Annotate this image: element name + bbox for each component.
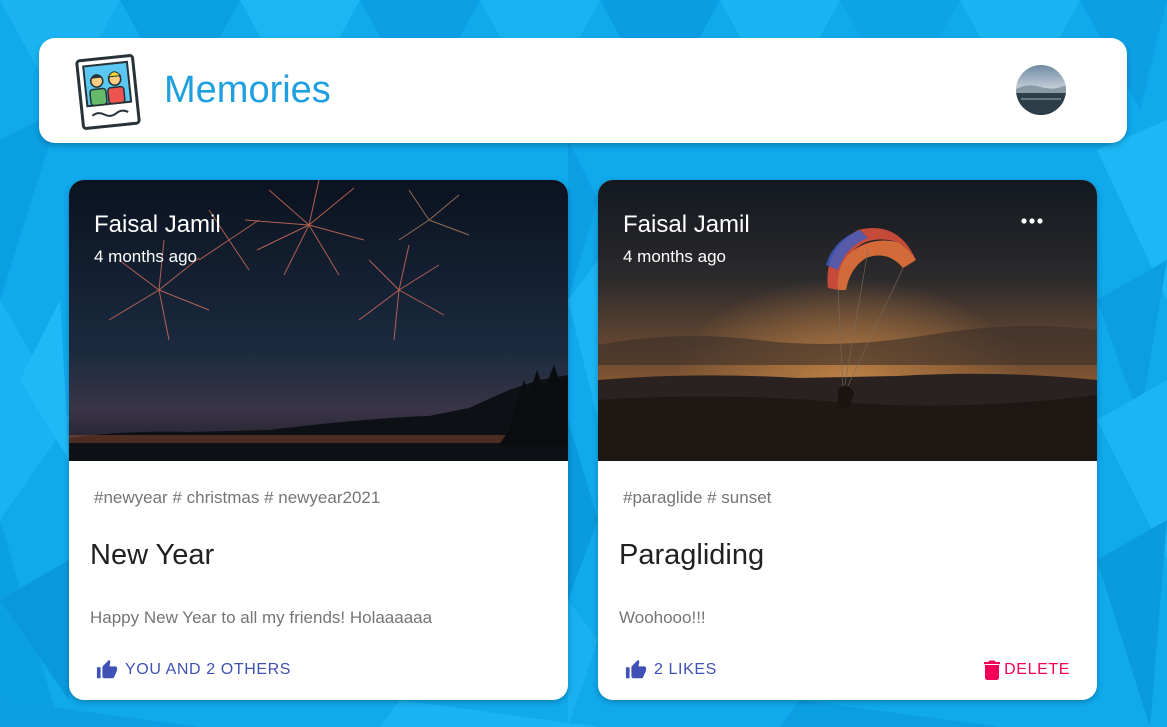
photo-frame-people-icon: [72, 52, 144, 130]
post-image-fireworks: Faisal Jamil 4 months ago: [69, 180, 568, 461]
thumb-up-icon: [96, 659, 118, 681]
app-bar: Memories: [39, 38, 1127, 143]
post-message: Happy New Year to all my friends! Holaaa…: [90, 608, 433, 627]
thumb-up-icon: [625, 659, 647, 681]
post-tags: #paraglide # sunset: [623, 488, 772, 507]
post-message: Woohooo!!!: [619, 608, 706, 627]
post-tags: #newyear # christmas # newyear2021: [94, 488, 381, 507]
post-timestamp: 4 months ago: [94, 247, 198, 266]
like-button[interactable]: YOU AND 2 OTHERS: [96, 658, 291, 682]
user-avatar[interactable]: [1016, 65, 1066, 115]
post-timestamp: 4 months ago: [623, 247, 727, 266]
post-card: Faisal Jamil 4 months ago #paraglide # s…: [598, 180, 1097, 700]
delete-button[interactable]: DELETE: [984, 658, 1070, 682]
like-button[interactable]: 2 LIKES: [625, 658, 717, 682]
post-title: New Year: [90, 539, 215, 571]
post-card: Faisal Jamil 4 months ago #newyear # chr…: [69, 180, 568, 700]
more-options-button[interactable]: [1019, 216, 1045, 236]
app-title: Memories: [164, 69, 331, 111]
delete-label: DELETE: [1004, 661, 1070, 678]
like-label: 2 LIKES: [654, 661, 717, 678]
post-image-paraglider: Faisal Jamil 4 months ago: [598, 180, 1097, 461]
like-label: YOU AND 2 OTHERS: [125, 661, 292, 678]
post-author: Faisal Jamil: [94, 211, 221, 238]
more-horizontal-icon: [1019, 216, 1045, 226]
post-title: Paragliding: [619, 539, 765, 571]
post-author: Faisal Jamil: [623, 211, 750, 238]
trash-icon: [984, 660, 1001, 680]
